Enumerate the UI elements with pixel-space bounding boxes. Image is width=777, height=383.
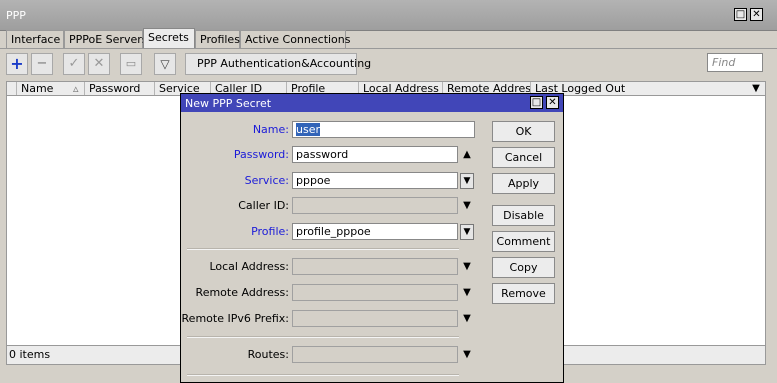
maximize-icon[interactable]: □ bbox=[734, 8, 747, 21]
column-last-logged-out[interactable]: Last Logged Out bbox=[531, 82, 751, 95]
remote-address-label: Remote Address: bbox=[195, 286, 289, 299]
column-label: Name bbox=[21, 82, 54, 95]
local-address-field[interactable] bbox=[292, 258, 458, 275]
tab-active-connections[interactable]: Active Connections bbox=[240, 30, 351, 48]
local-address-label: Local Address: bbox=[209, 260, 289, 273]
filter-icon[interactable]: ▽ bbox=[154, 53, 176, 75]
profile-label: Profile: bbox=[251, 225, 289, 238]
remote-address-field[interactable] bbox=[292, 284, 458, 301]
window-title: PPP bbox=[6, 9, 26, 22]
profile-select[interactable]: profile_pppoe bbox=[292, 223, 458, 240]
tab-label: Secrets bbox=[148, 31, 189, 44]
collapse-up-icon[interactable]: ▲ bbox=[460, 148, 474, 162]
password-field[interactable]: password bbox=[292, 146, 458, 163]
remote-ipv6-prefix-field[interactable] bbox=[292, 310, 458, 327]
columns-dropdown-icon[interactable]: ▼ bbox=[749, 82, 763, 95]
separator bbox=[187, 248, 459, 250]
tab-pppoe-servers[interactable]: PPPoE Servers bbox=[64, 30, 148, 48]
close-icon[interactable]: ✕ bbox=[750, 8, 763, 21]
comment-icon[interactable]: ▭ bbox=[120, 53, 142, 75]
remove-button[interactable]: Remove bbox=[492, 283, 555, 304]
apply-button[interactable]: Apply bbox=[492, 173, 555, 194]
remote-address-dropdown-icon[interactable]: ▼ bbox=[460, 286, 474, 300]
caller-id-field[interactable] bbox=[292, 197, 458, 214]
dialog-title: New PPP Secret bbox=[185, 97, 272, 110]
auth-accounting-button[interactable]: PPP Authentication&Accounting bbox=[185, 53, 371, 75]
name-field[interactable]: user bbox=[292, 121, 475, 138]
caller-id-label: Caller ID: bbox=[238, 199, 289, 212]
routes-dropdown-icon[interactable]: ▼ bbox=[460, 348, 474, 362]
password-label: Password: bbox=[233, 148, 289, 161]
tab-profiles[interactable]: Profiles bbox=[195, 30, 240, 48]
sort-asc-icon: ▵ bbox=[73, 82, 79, 95]
service-select[interactable]: pppoe bbox=[292, 172, 458, 189]
row-marker-column bbox=[7, 82, 17, 95]
routes-field[interactable] bbox=[292, 346, 458, 363]
tab-label: Profiles bbox=[200, 33, 240, 46]
comment-button[interactable]: Comment bbox=[492, 231, 555, 252]
remote-ipv6-prefix-label: Remote IPv6 Prefix: bbox=[181, 312, 289, 325]
service-label: Service: bbox=[244, 174, 289, 187]
enable-icon[interactable]: ✓ bbox=[63, 53, 85, 75]
dialog-titlebar[interactable]: New PPP Secret □ ✕ bbox=[181, 94, 563, 112]
dialog-close-icon[interactable]: ✕ bbox=[546, 96, 559, 109]
new-ppp-secret-dialog: New PPP Secret □ ✕ Name: user Password: … bbox=[180, 93, 564, 383]
tab-interface[interactable]: Interface bbox=[6, 30, 64, 48]
profile-dropdown-icon[interactable]: ▼ bbox=[460, 224, 474, 240]
caller-id-dropdown-icon[interactable]: ▼ bbox=[460, 199, 474, 213]
name-label: Name: bbox=[252, 123, 289, 136]
tab-secrets[interactable]: Secrets bbox=[143, 28, 195, 49]
column-password[interactable]: Password bbox=[85, 82, 155, 95]
tab-label: Interface bbox=[11, 33, 61, 46]
remove-icon[interactable]: − bbox=[31, 53, 53, 75]
column-name[interactable]: Name ▵ bbox=[17, 82, 85, 95]
service-dropdown-icon[interactable]: ▼ bbox=[460, 173, 474, 189]
disable-button[interactable]: Disable bbox=[492, 205, 555, 226]
window-titlebar[interactable]: PPP □ ✕ bbox=[0, 0, 777, 31]
tab-divider bbox=[0, 48, 777, 49]
ok-button[interactable]: OK bbox=[492, 121, 555, 142]
disable-icon[interactable]: ✕ bbox=[88, 53, 110, 75]
separator bbox=[187, 336, 459, 338]
tab-label: PPPoE Servers bbox=[69, 33, 148, 46]
local-address-dropdown-icon[interactable]: ▼ bbox=[460, 260, 474, 274]
routes-label: Routes: bbox=[247, 348, 289, 361]
dialog-maximize-icon[interactable]: □ bbox=[530, 96, 543, 109]
name-value: user bbox=[296, 123, 320, 136]
remote-ipv6-prefix-dropdown-icon[interactable]: ▼ bbox=[460, 312, 474, 326]
cancel-button[interactable]: Cancel bbox=[492, 147, 555, 168]
copy-button[interactable]: Copy bbox=[492, 257, 555, 278]
tab-label: Active Connections bbox=[245, 33, 351, 46]
add-icon[interactable]: + bbox=[6, 53, 28, 75]
find-input[interactable]: Find bbox=[707, 53, 763, 72]
